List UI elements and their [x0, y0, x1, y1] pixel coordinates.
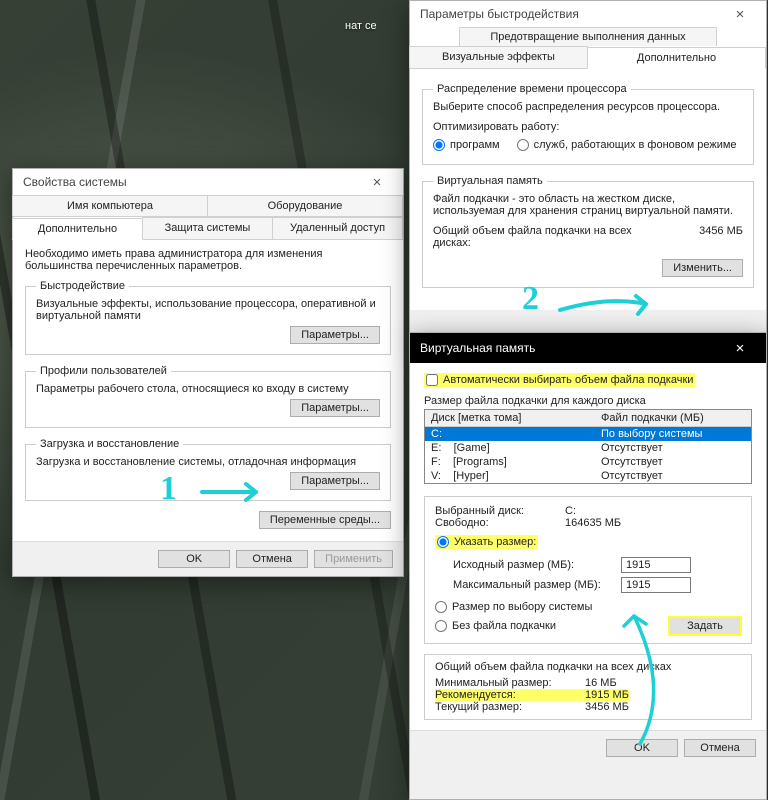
- env-vars-button[interactable]: Переменные среды...: [259, 511, 391, 529]
- radio-none-input[interactable]: [435, 620, 447, 632]
- close-icon[interactable]: ×: [720, 340, 760, 357]
- profiles-legend: Профили пользователей: [36, 365, 171, 377]
- vm-text: Файл подкачки - это область на жестком д…: [433, 193, 743, 217]
- apply-button[interactable]: Применить: [314, 550, 393, 568]
- desktop-overlay-text: нат се: [345, 20, 377, 32]
- min-value: 16 МБ: [585, 677, 617, 689]
- performance-legend: Быстродействие: [36, 280, 129, 292]
- performance-group: Быстродействие Визуальные эффекты, испол…: [25, 280, 391, 355]
- window-title: Виртуальная память: [420, 341, 720, 355]
- drive-row[interactable]: C: По выбору системы: [425, 427, 751, 441]
- radio-services-input[interactable]: [517, 139, 529, 151]
- cur-value: 3456 МБ: [585, 701, 629, 713]
- selected-drive-value: C:: [565, 505, 576, 517]
- tab-remote[interactable]: Удаленный доступ: [272, 217, 403, 239]
- profiles-group: Профили пользователей Параметры рабочего…: [25, 365, 391, 428]
- vm-legend: Виртуальная память: [433, 175, 547, 187]
- radio-custom-input[interactable]: [437, 536, 449, 548]
- scheduling-group: Распределение времени процессора Выберит…: [422, 83, 754, 165]
- max-size-label: Максимальный размер (МБ):: [453, 579, 621, 591]
- set-button[interactable]: Задать: [669, 617, 741, 635]
- boot-legend: Загрузка и восстановление: [36, 438, 183, 450]
- ok-button[interactable]: OK: [158, 550, 230, 568]
- boot-settings-button[interactable]: Параметры...: [290, 472, 380, 490]
- initial-size-input[interactable]: 1915: [621, 557, 691, 573]
- free-value: 164635 МБ: [565, 517, 621, 529]
- tabs-row2: Дополнительно Защита системы Удаленный д…: [13, 217, 403, 240]
- boot-text: Загрузка и восстановление системы, отлад…: [36, 456, 380, 468]
- free-label: Свободно:: [435, 517, 565, 529]
- auto-manage-checkbox[interactable]: Автоматически выбирать объем файла подка…: [424, 373, 695, 387]
- titlebar[interactable]: Параметры быстродействия ×: [410, 1, 766, 27]
- radio-programs[interactable]: программ: [433, 139, 500, 151]
- vm-total-label: Общий объем файла подкачки на всех диска…: [433, 225, 643, 249]
- drive-row[interactable]: E: [Game]Отсутствует: [425, 441, 751, 455]
- ok-button[interactable]: OK: [606, 739, 678, 757]
- rec-value: 1915 МБ: [585, 689, 629, 701]
- tabs-row1: Имя компьютера Оборудование: [13, 195, 403, 217]
- radio-services[interactable]: служб, работающих в фоновом режиме: [517, 139, 737, 151]
- each-drive-label: Размер файла подкачки для каждого диска: [424, 395, 752, 407]
- radio-custom-size[interactable]: Указать размер:: [435, 535, 538, 549]
- cur-label: Текущий размер:: [435, 701, 585, 713]
- tab-protection[interactable]: Защита системы: [142, 217, 273, 239]
- tab-hardware[interactable]: Оборудование: [207, 195, 403, 216]
- tab-dep[interactable]: Предотвращение выполнения данных: [459, 27, 716, 46]
- close-icon[interactable]: ×: [720, 6, 760, 23]
- radio-programs-input[interactable]: [433, 139, 445, 151]
- radio-system-input[interactable]: [435, 601, 447, 613]
- close-icon[interactable]: ×: [357, 174, 397, 191]
- auto-manage-input[interactable]: [426, 374, 438, 386]
- drive-row[interactable]: F: [Programs]Отсутствует: [425, 455, 751, 469]
- selected-drive-label: Выбранный диск:: [435, 505, 565, 517]
- scheduling-text: Выберите способ распределения ресурсов п…: [433, 101, 743, 113]
- cancel-button[interactable]: Отмена: [684, 739, 756, 757]
- min-label: Минимальный размер:: [435, 677, 585, 689]
- performance-options-window: Параметры быстродействия × Предотвращени…: [409, 0, 767, 338]
- boot-group: Загрузка и восстановление Загрузка и вос…: [25, 438, 391, 501]
- tab-advanced[interactable]: Дополнительно: [587, 47, 766, 69]
- titlebar[interactable]: Виртуальная память ×: [410, 333, 766, 363]
- radio-no-pagefile[interactable]: Без файла подкачки: [435, 620, 669, 632]
- tabs: Визуальные эффекты Дополнительно: [410, 46, 766, 69]
- tab-advanced[interactable]: Дополнительно: [12, 218, 143, 240]
- vm-group: Виртуальная память Файл подкачки - это о…: [422, 175, 754, 288]
- tab-visual-effects[interactable]: Визуальные эффекты: [409, 46, 588, 68]
- vm-change-button[interactable]: Изменить...: [662, 259, 743, 277]
- tab-computer-name[interactable]: Имя компьютера: [12, 195, 208, 216]
- drive-row[interactable]: V: [Hyper]Отсутствует: [425, 469, 751, 483]
- scheduling-legend: Распределение времени процессора: [433, 83, 631, 95]
- vm-total-value: 3456 МБ: [699, 225, 743, 249]
- col-disk: Диск [метка тома]: [425, 410, 595, 426]
- window-title: Параметры быстродействия: [420, 7, 720, 21]
- drive-list[interactable]: Диск [метка тома] Файл подкачки (МБ) C: …: [424, 409, 752, 484]
- col-pagefile: Файл подкачки (МБ): [595, 410, 751, 426]
- profiles-text: Параметры рабочего стола, относящиеся ко…: [36, 383, 380, 395]
- initial-size-label: Исходный размер (МБ):: [453, 559, 621, 571]
- admin-note: Необходимо иметь права администратора дл…: [25, 248, 391, 272]
- rec-label: Рекомендуется:: [435, 689, 585, 701]
- optimize-label: Оптимизировать работу:: [433, 121, 743, 133]
- titlebar[interactable]: Свойства системы ×: [13, 169, 403, 195]
- totals-legend: Общий объем файла подкачки на всех диска…: [435, 661, 741, 673]
- radio-system-managed[interactable]: Размер по выбору системы: [435, 601, 741, 613]
- virtual-memory-window: Виртуальная память × Автоматически выбир…: [409, 332, 767, 800]
- performance-text: Визуальные эффекты, использование процес…: [36, 298, 380, 322]
- performance-settings-button[interactable]: Параметры...: [290, 326, 380, 344]
- system-properties-window: Свойства системы × Имя компьютера Оборуд…: [12, 168, 404, 577]
- max-size-input[interactable]: 1915: [621, 577, 691, 593]
- window-title: Свойства системы: [23, 175, 357, 189]
- cancel-button[interactable]: Отмена: [236, 550, 308, 568]
- profiles-settings-button[interactable]: Параметры...: [290, 399, 380, 417]
